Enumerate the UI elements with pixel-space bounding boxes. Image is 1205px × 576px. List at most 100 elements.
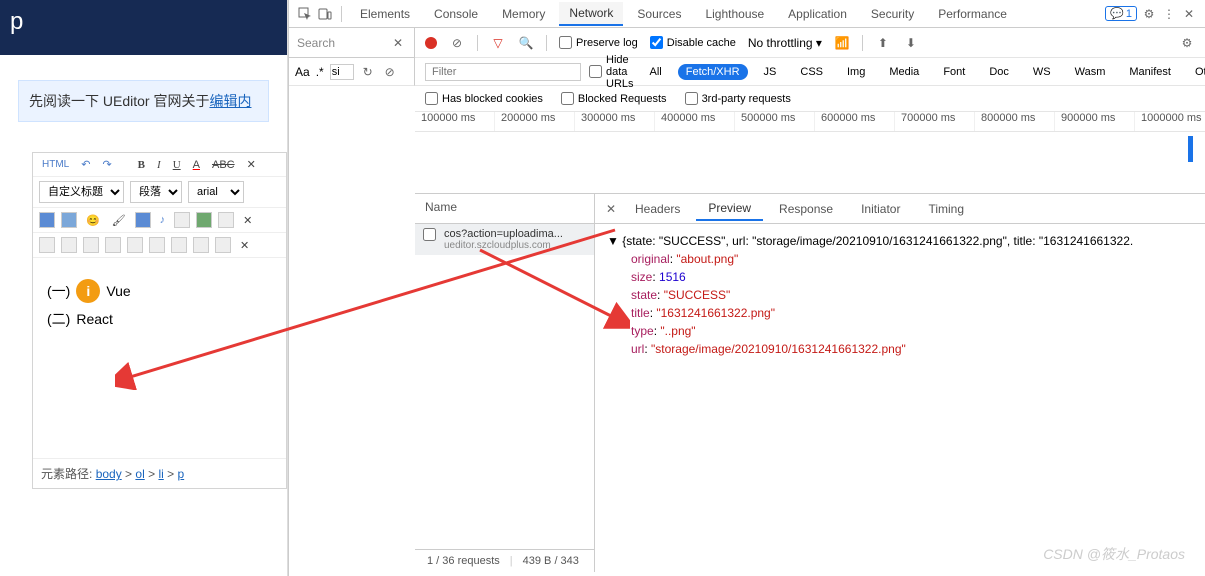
tab-security[interactable]: Security (861, 3, 924, 25)
brush-icon[interactable]: 🖌 (109, 213, 129, 228)
pill-xhr[interactable]: Fetch/XHR (678, 64, 748, 80)
close-icon[interactable]: ✕ (390, 35, 406, 51)
pill-js[interactable]: JS (756, 64, 785, 80)
tab-performance[interactable]: Performance (928, 3, 1017, 25)
tab-console[interactable]: Console (424, 3, 488, 25)
pill-all[interactable]: All (642, 64, 670, 80)
tab-lighthouse[interactable]: Lighthouse (695, 3, 774, 25)
preserve-log-checkbox[interactable]: Preserve log (559, 36, 638, 49)
emoji-icon[interactable]: 😊 (83, 213, 103, 228)
paragraph-select[interactable]: 段落 (130, 181, 182, 203)
tool-icon[interactable] (83, 237, 99, 253)
tool-icon[interactable] (105, 237, 121, 253)
pill-img[interactable]: Img (839, 64, 873, 80)
timeline[interactable]: 100000 ms 200000 ms 300000 ms 400000 ms … (415, 112, 1205, 194)
hide-urls-checkbox[interactable]: Hide data URLs (589, 54, 634, 90)
name-header[interactable]: Name (415, 194, 594, 224)
pill-manifest[interactable]: Manifest (1121, 64, 1179, 80)
tab-memory[interactable]: Memory (492, 3, 555, 25)
regex-toggle[interactable]: .* (316, 65, 324, 79)
gear-icon[interactable]: ⚙ (1141, 6, 1157, 22)
attach-icon[interactable] (174, 212, 190, 228)
underline-button[interactable]: U (170, 158, 184, 172)
save-icon[interactable] (135, 212, 151, 228)
row-checkbox[interactable] (423, 228, 436, 241)
blocked-requests-checkbox[interactable]: Blocked Requests (561, 92, 667, 105)
path-link[interactable]: ol (135, 467, 144, 481)
table-icon[interactable] (196, 212, 212, 228)
font-select[interactable]: arial (188, 181, 244, 203)
pill-css[interactable]: CSS (792, 64, 831, 80)
tool-icon[interactable] (171, 237, 187, 253)
json-preview[interactable]: ▼ {state: "SUCCESS", url: "storage/image… (595, 224, 1205, 366)
more-icon[interactable]: ✕ (237, 238, 252, 253)
pill-media[interactable]: Media (881, 64, 927, 80)
note-link[interactable]: 编辑内 (209, 93, 251, 109)
search-icon[interactable]: 🔍 (518, 35, 534, 51)
tab-preview[interactable]: Preview (696, 197, 763, 221)
filter-icon[interactable]: ▽ (490, 35, 506, 51)
close-icon[interactable]: ✕ (1181, 6, 1197, 22)
tool-icon[interactable] (149, 237, 165, 253)
heading-select[interactable]: 自定义标题 (39, 181, 124, 203)
pill-ws[interactable]: WS (1025, 64, 1059, 80)
more-icon[interactable]: ✕ (240, 213, 255, 228)
device-icon[interactable] (317, 6, 333, 22)
disable-cache-checkbox[interactable]: Disable cache (650, 36, 736, 49)
gallery-icon[interactable] (61, 212, 77, 228)
search-options: Aa .* ↻ ⊘ (289, 58, 415, 86)
tool-icon[interactable] (215, 237, 231, 253)
upload-icon[interactable]: ⬆ (875, 35, 891, 51)
issues-badge[interactable]: 💬1 (1105, 6, 1137, 21)
kebab-icon[interactable]: ⋮ (1161, 6, 1177, 22)
italic-button[interactable]: I (154, 158, 164, 172)
blocked-cookies-checkbox[interactable]: Has blocked cookies (425, 92, 543, 105)
tab-headers[interactable]: Headers (623, 198, 692, 220)
download-icon[interactable]: ⬇ (903, 35, 919, 51)
font-color-button[interactable]: A (190, 158, 203, 172)
tab-sources[interactable]: Sources (627, 3, 691, 25)
html-button[interactable]: HTML (39, 158, 72, 171)
redo-icon[interactable]: ↷ (99, 157, 114, 172)
tab-application[interactable]: Application (778, 3, 857, 25)
path-link[interactable]: p (177, 467, 184, 481)
pill-wasm[interactable]: Wasm (1067, 64, 1114, 80)
more-icon[interactable]: ✕ (244, 157, 259, 172)
tab-network[interactable]: Network (559, 2, 623, 26)
path-link[interactable]: body (96, 467, 122, 481)
search-input[interactable] (330, 64, 354, 80)
refresh-icon[interactable]: ↻ (360, 64, 376, 80)
tab-timing[interactable]: Timing (916, 198, 976, 220)
tab-initiator[interactable]: Initiator (849, 198, 912, 220)
close-icon[interactable]: ✕ (603, 201, 619, 217)
tool-icon[interactable] (193, 237, 209, 253)
filter-input[interactable] (425, 63, 581, 81)
clear-icon[interactable]: ⊘ (449, 35, 465, 51)
tool-icon[interactable] (61, 237, 77, 253)
tool-icon[interactable] (127, 237, 143, 253)
wifi-icon[interactable]: 📶 (834, 35, 850, 51)
third-party-checkbox[interactable]: 3rd-party requests (685, 92, 791, 105)
image-icon[interactable] (39, 212, 55, 228)
inspect-icon[interactable] (297, 6, 313, 22)
page-header: p (0, 0, 287, 55)
strike-button[interactable]: ABC (209, 158, 238, 172)
request-row[interactable]: cos?action=uploadima... ueditor.szcloudp… (415, 224, 594, 255)
tab-response[interactable]: Response (767, 198, 845, 220)
gear-icon[interactable]: ⚙ (1179, 35, 1195, 51)
pill-font[interactable]: Font (935, 64, 973, 80)
pill-doc[interactable]: Doc (981, 64, 1017, 80)
clear-icon[interactable]: ⊘ (382, 64, 398, 80)
editor-body[interactable]: (一) i Vue (二) React (33, 258, 286, 458)
case-toggle[interactable]: Aa (295, 65, 310, 79)
bold-button[interactable]: B (135, 158, 148, 172)
tool-icon[interactable] (39, 237, 55, 253)
undo-icon[interactable]: ↶ (78, 157, 93, 172)
code-icon[interactable] (218, 212, 234, 228)
tab-elements[interactable]: Elements (350, 3, 420, 25)
path-link[interactable]: li (158, 467, 163, 481)
music-icon[interactable]: ♪ (157, 213, 169, 227)
record-button[interactable] (425, 37, 437, 49)
pill-other[interactable]: Other (1187, 64, 1205, 80)
throttling-select[interactable]: No throttling ▾ (748, 36, 822, 50)
